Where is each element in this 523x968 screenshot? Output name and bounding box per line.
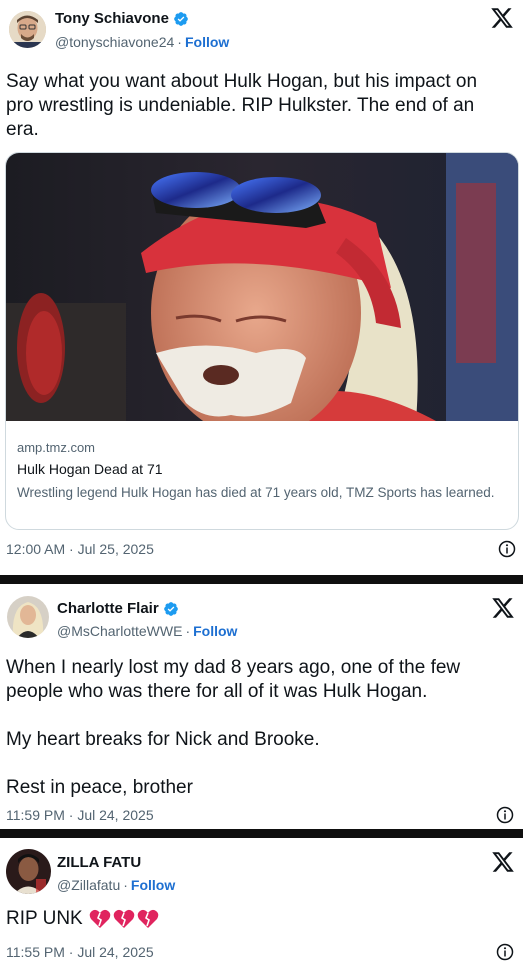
tweet-zilla-fatu: ZILLA FATU @Zillafatu · Follow RIP UNK 11:…	[0, 838, 523, 968]
follow-button[interactable]: Follow	[193, 623, 237, 639]
avatar[interactable]	[6, 849, 51, 894]
link-card-domain: amp.tmz.com	[17, 440, 96, 455]
follow-button[interactable]: Follow	[131, 877, 175, 893]
tweet-timestamp[interactable]: 11:55 PM · Jul 24, 2025	[6, 944, 154, 960]
tweet-text: When I nearly lost my dad 8 years ago, o…	[6, 657, 461, 798]
tweet-divider	[0, 575, 523, 584]
x-logo-icon[interactable]	[490, 6, 514, 30]
avatar[interactable]	[9, 11, 46, 48]
author-handle[interactable]: @Zillafatu	[57, 877, 120, 893]
tweet-divider	[0, 829, 523, 838]
link-card[interactable]: amp.tmz.com Hulk Hogan Dead at 71 Wrestl…	[5, 152, 519, 530]
tweet-timestamp[interactable]: 11:59 PM · Jul 24, 2025	[6, 807, 154, 823]
x-logo-icon[interactable]	[491, 850, 515, 874]
tweet-text-row: RIP UNK	[6, 907, 159, 931]
link-card-title: Hulk Hogan Dead at 71	[17, 461, 163, 477]
info-icon[interactable]	[496, 943, 514, 961]
tweet-charlotte-flair: Charlotte Flair @MsCharlotteWWE · Follow W…	[0, 584, 523, 829]
follow-button[interactable]: Follow	[185, 34, 229, 50]
link-card-description: Wrestling legend Hulk Hogan has died at …	[17, 485, 495, 500]
tweet-text: Say what you want about Hulk Hogan, but …	[6, 71, 478, 140]
tweet-tony-schiavone: Tony Schiavone @tonyschiavone24 · Follow S…	[0, 0, 523, 578]
author-name[interactable]: Charlotte Flair	[57, 600, 179, 617]
author-handle-row: @Zillafatu · Follow	[57, 877, 176, 893]
avatar[interactable]	[7, 596, 49, 638]
author-handle[interactable]: @tonyschiavone24	[55, 34, 174, 50]
verified-badge-icon	[174, 11, 188, 26]
author-name[interactable]: ZILLA FATU	[57, 854, 141, 871]
tweet-timestamp[interactable]: 12:00 AM · Jul 25, 2025	[6, 541, 154, 557]
author-handle[interactable]: @MsCharlotteWWE	[57, 623, 182, 639]
x-logo-icon[interactable]	[491, 596, 515, 620]
author-handle-row: @tonyschiavone24 · Follow	[55, 34, 230, 50]
link-card-image	[6, 153, 518, 421]
author-handle-row: @MsCharlotteWWE · Follow	[57, 623, 238, 639]
broken-heart-emoji	[89, 909, 159, 929]
tweet-text: RIP UNK	[6, 908, 83, 929]
info-icon[interactable]	[498, 540, 516, 558]
verified-badge-icon	[163, 601, 178, 616]
info-icon[interactable]	[496, 806, 514, 824]
author-name[interactable]: Tony Schiavone	[55, 10, 189, 27]
